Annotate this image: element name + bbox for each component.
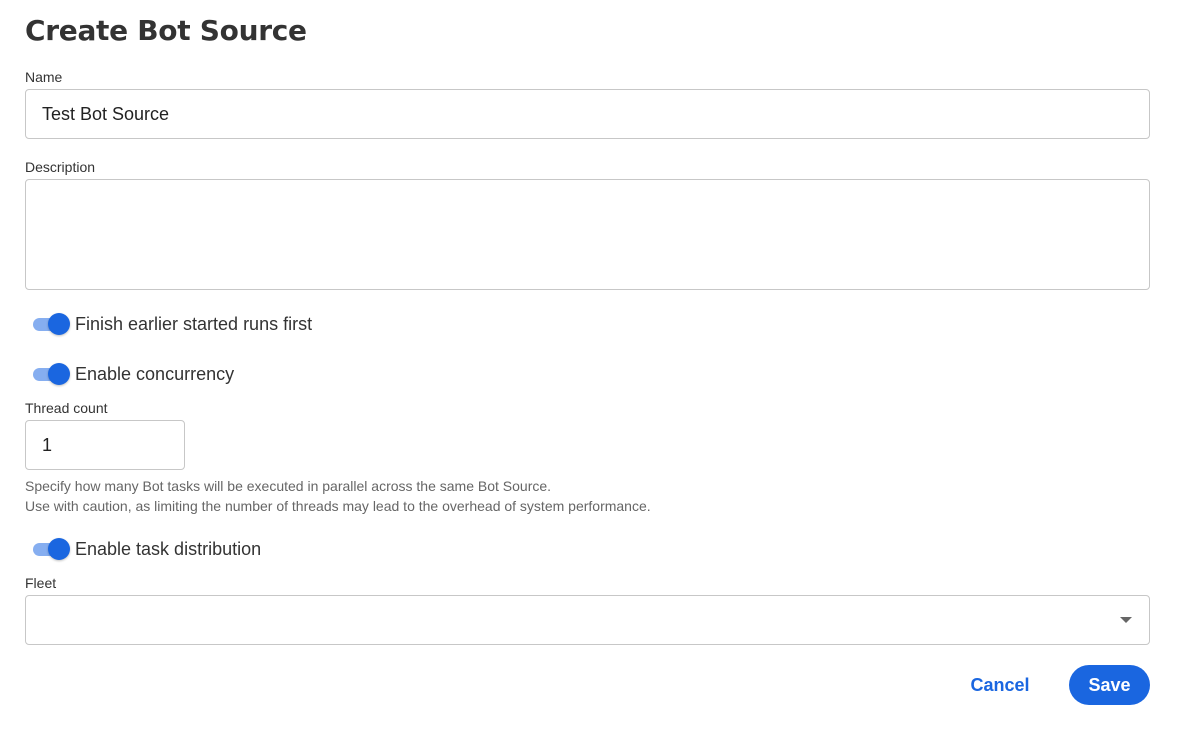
save-button[interactable]: Save <box>1069 665 1150 705</box>
toggle-label: Enable concurrency <box>75 363 235 384</box>
fleet-label: Fleet <box>25 575 57 591</box>
thread-count-help-line-1: Specify how many Bot tasks will be execu… <box>25 478 552 494</box>
toggle-thumb <box>48 313 70 335</box>
name-label: Name <box>25 69 63 85</box>
toggle-finish-earlier-runs[interactable]: Finish earlier started runs first <box>33 311 312 337</box>
toggle-switch[interactable] <box>33 311 70 337</box>
thread-count-label: Thread count <box>25 400 108 416</box>
name-input[interactable] <box>25 89 1150 139</box>
toggle-thumb <box>48 538 70 560</box>
chevron-down-icon[interactable] <box>1120 617 1132 623</box>
page-title: Create Bot Source <box>25 14 307 47</box>
toggle-enable-concurrency[interactable]: Enable concurrency <box>33 361 234 387</box>
create-bot-source-page: Create Bot Source Name Description Finis… <box>0 0 1195 736</box>
thread-count-input[interactable] <box>25 420 185 470</box>
toggle-switch[interactable] <box>33 536 70 562</box>
thread-count-help-line-2: Use with caution, as limiting the number… <box>25 498 651 514</box>
fleet-select[interactable] <box>25 595 1150 645</box>
toggle-thumb <box>48 363 70 385</box>
toggle-label: Enable task distribution <box>75 538 262 559</box>
toggle-switch[interactable] <box>33 361 70 387</box>
cancel-button[interactable]: Cancel <box>955 665 1045 705</box>
description-label: Description <box>25 159 96 175</box>
thread-count-help: Specify how many Bot tasks will be execu… <box>25 476 651 516</box>
toggle-enable-task-distribution[interactable]: Enable task distribution <box>33 536 261 562</box>
description-textarea[interactable] <box>25 179 1150 290</box>
toggle-label: Finish earlier started runs first <box>75 313 313 334</box>
